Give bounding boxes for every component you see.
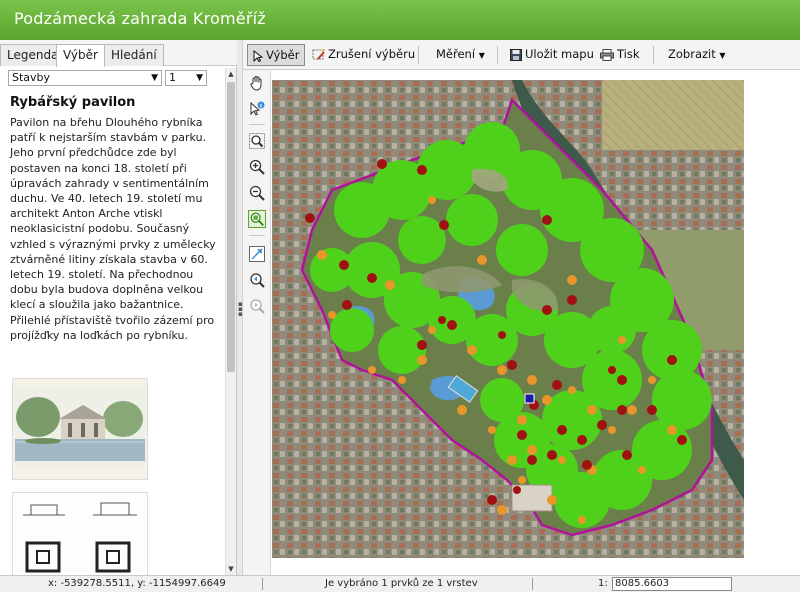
scroll-up-icon[interactable]: ▲	[226, 68, 236, 80]
print-button[interactable]: Tisk	[595, 44, 645, 66]
map-toolbar: Výběr Zrušení výběru Měření ▼ Uložit map…	[243, 40, 800, 70]
map-canvas[interactable]	[272, 80, 744, 558]
tab-search[interactable]: Hledání	[104, 44, 164, 66]
zoom-box-tool[interactable]	[248, 132, 266, 150]
floor-plan-icon	[13, 493, 147, 576]
toolbar-separator	[418, 46, 419, 64]
save-map-label: Uložit mapu	[525, 47, 594, 61]
view-label: Zobrazit	[668, 47, 716, 61]
full-extent-tool[interactable]	[248, 245, 266, 263]
clear-selection-icon	[312, 49, 325, 60]
pan-icon	[250, 76, 262, 91]
zoom-selection-tool[interactable]	[248, 210, 266, 228]
cursor-coordinates: x: -539278.5511, y: -1154997.6649	[48, 578, 226, 589]
measure-label: Měření	[436, 47, 476, 61]
app-title: Podzámecká zahrada Kroměříž	[14, 9, 266, 28]
zoom-out-icon	[249, 185, 265, 201]
selection-status-message: Je vybráno 1 prvků ze 1 vrstev	[325, 578, 478, 589]
toolbar-separator	[497, 46, 498, 64]
previous-extent-icon	[250, 273, 265, 288]
floppy-disk-icon	[510, 48, 522, 61]
pavilion-painting-image[interactable]	[12, 378, 148, 480]
map-image	[272, 80, 744, 558]
scale-prefix: 1:	[598, 578, 608, 589]
index-select-value: 1	[169, 71, 176, 84]
feature-description: Pavilon na břehu Dlouhého rybníka patří …	[10, 116, 216, 342]
pavilion-painting-icon	[13, 379, 147, 479]
index-select[interactable]: 1 ▼	[165, 70, 207, 86]
cursor-arrow-icon	[253, 49, 263, 62]
printer-icon	[600, 48, 614, 61]
identify-icon	[250, 101, 265, 116]
selected-feature-marker[interactable]	[524, 393, 535, 404]
status-bar: x: -539278.5511, y: -1154997.6649 Je vyb…	[0, 575, 800, 592]
toolbar-separator	[653, 46, 654, 64]
status-divider	[532, 578, 533, 590]
tool-separator	[249, 235, 265, 236]
save-map-button[interactable]: Uložit mapu	[505, 44, 599, 66]
zoom-out-tool[interactable]	[248, 184, 266, 202]
feature-title: Rybářský pavilon	[10, 95, 136, 110]
selection-selectors: Stavby ▼ 1 ▼	[0, 70, 237, 88]
dropdown-arrow-icon: ▼	[196, 73, 203, 83]
pan-tool[interactable]	[248, 74, 266, 92]
select-tool-button[interactable]: Výběr	[247, 44, 306, 66]
clear-selection-label: Zrušení výběru	[328, 47, 416, 61]
next-extent-tool[interactable]	[248, 297, 266, 315]
scroll-down-icon[interactable]: ▼	[226, 563, 236, 575]
tab-selection[interactable]: Výběr	[56, 44, 105, 67]
tool-separator	[249, 124, 265, 125]
full-extent-icon	[249, 246, 265, 262]
zoom-box-icon	[249, 133, 265, 149]
pavilion-plan-image[interactable]	[12, 492, 148, 577]
view-menu-button[interactable]: Zobrazit ▼	[663, 44, 731, 66]
clear-selection-button[interactable]: Zrušení výběru	[307, 44, 420, 66]
left-panel: Legenda Výběr Hledání Stavby ▼ 1 ▼ Rybář…	[0, 40, 237, 577]
zoom-in-tool[interactable]	[248, 158, 266, 176]
panel-tabs: Legenda Výběr Hledání	[0, 40, 237, 67]
layer-select-value: Stavby	[12, 71, 51, 84]
measure-menu-button[interactable]: Měření ▼	[431, 44, 490, 66]
scrollbar-thumb[interactable]	[227, 82, 235, 372]
map-tool-column	[243, 70, 271, 575]
layer-select[interactable]: Stavby ▼	[8, 70, 162, 86]
zoom-selection-icon	[250, 212, 264, 226]
dropdown-arrow-icon: ▼	[151, 73, 158, 83]
scale-input[interactable]: 8085.6603	[612, 577, 732, 591]
app-header: Podzámecká zahrada Kroměříž	[0, 0, 800, 40]
select-tool-label: Výběr	[266, 48, 300, 62]
identify-tool[interactable]	[248, 100, 266, 118]
next-extent-icon	[250, 299, 265, 314]
previous-extent-tool[interactable]	[248, 271, 266, 289]
chevron-down-icon: ▼	[719, 51, 726, 60]
status-divider	[262, 578, 263, 590]
panel-scrollbar[interactable]: ▲ ▼	[225, 68, 236, 575]
zoom-in-icon	[249, 159, 265, 175]
chevron-down-icon: ▼	[478, 51, 485, 60]
print-label: Tisk	[617, 47, 640, 61]
